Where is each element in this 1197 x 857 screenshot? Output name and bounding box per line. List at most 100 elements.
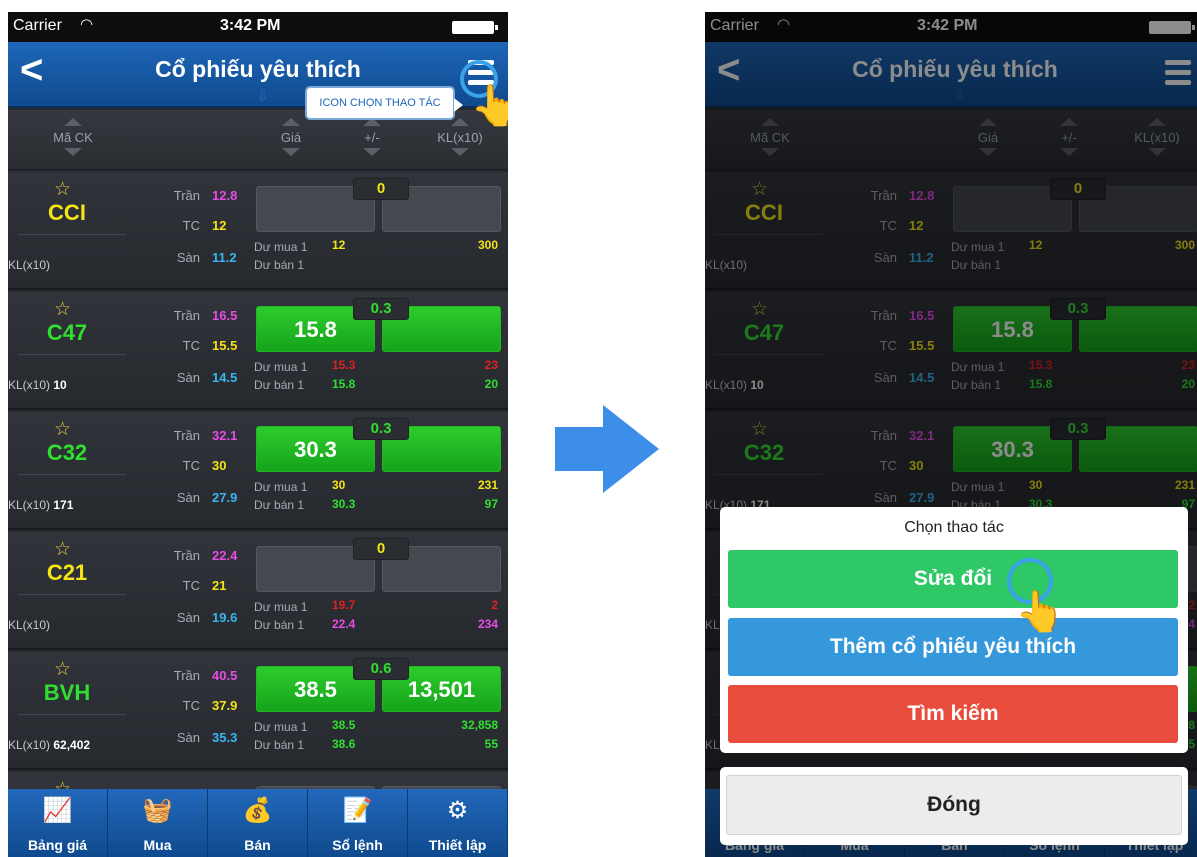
favorite-star-icon[interactable]: ☆ — [54, 658, 71, 681]
floor-label: Sàn — [176, 490, 200, 505]
ceiling-price: 40.5 — [212, 668, 238, 683]
best-bid-price: 12 — [332, 238, 346, 252]
tab-basket[interactable]: 🧺 Mua — [108, 789, 208, 857]
price-change: 0 — [353, 538, 409, 560]
close-sheet: Đóng — [720, 767, 1188, 845]
gear-icon: ⚙ — [446, 797, 469, 824]
best-ask-price: 38.6 — [332, 737, 356, 751]
close-button[interactable]: Đóng — [726, 775, 1182, 835]
best-ask-price: 30.3 — [332, 497, 356, 511]
stock-symbol: BVH — [43, 680, 91, 705]
stock-row[interactable]: ☆BVH KL(x10) 62,402 Trần 40.5 TC 37.9 Sàn 35.3 3… — [8, 652, 508, 770]
price-change: 0.3 — [353, 298, 409, 320]
volume-label: KL(x10) 62,402 — [8, 738, 90, 752]
best-bid-volume: 300 — [477, 238, 498, 252]
ceiling-label: Trần — [173, 668, 200, 683]
tab-chart[interactable]: 📈 Bảng giá — [8, 789, 108, 857]
best-bid-label: Dư mua 1 — [254, 240, 308, 254]
floor-price: 27.9 — [212, 490, 238, 505]
stock-row[interactable]: ☆ C47 KL(x10) 10 Trần 16.5 TC 15.5 Sàn 14.5 15.8 0… — [8, 292, 508, 410]
tab-gear[interactable]: ⚙ Thiết lập — [408, 789, 508, 857]
volume-label: KL(x10) — [8, 618, 50, 632]
ceiling-label: Trần — [173, 428, 200, 443]
best-bid-price: 19.7 — [332, 598, 356, 612]
reference-price: 21 — [212, 578, 227, 593]
favorite-star-icon[interactable]: ☆ — [54, 418, 71, 441]
reference-label: TC — [182, 458, 200, 473]
column-header-label: Mã CK — [53, 130, 93, 145]
stock-symbol: C47 — [46, 320, 88, 345]
volume-value: 171 — [53, 498, 74, 512]
best-ask-price: 22.4 — [332, 617, 356, 631]
stock-symbol: CCI — [48, 200, 86, 225]
best-ask-label: Dư bán 1 — [254, 258, 305, 272]
phone-screen-after: Carrier ◠ 3:42 PM < Cổ phiếu yêu thích ⇩… — [705, 12, 1197, 857]
ceiling-price: 12.8 — [212, 188, 238, 203]
pointing-hand-icon: 👆 — [1015, 590, 1065, 634]
dropdown-arrow-icon[interactable]: ⇩ — [256, 86, 269, 106]
search-button[interactable]: Tìm kiếm — [728, 685, 1178, 743]
best-ask-volume: 55 — [484, 737, 498, 751]
add-favorite-button[interactable]: Thêm cổ phiếu yêu thích — [728, 618, 1178, 676]
volume-value: 62,402 — [53, 738, 91, 752]
ceiling-price: 32.1 — [212, 428, 238, 443]
floor-price: 14.5 — [212, 370, 238, 385]
floor-price: 11.2 — [212, 250, 237, 265]
best-bid-volume: 32,858 — [461, 718, 498, 732]
tab-money-bag[interactable]: 💰 Bán — [208, 789, 308, 857]
divider — [18, 474, 126, 475]
stock-symbol: C32 — [46, 440, 88, 465]
stock-row[interactable]: ☆C21 KL(x10) Trần 22.4 TC 21 Sàn 19.6 0 Dư mua 1… — [8, 532, 508, 650]
phone-screen-before: Carrier ◠ 3:42 PM < Cổ phiếu yêu thích ⇩… — [8, 12, 508, 857]
chart-icon: 📈 — [42, 797, 73, 824]
ceiling-label: Trần — [173, 308, 200, 323]
volume-label: KL(x10) 10 — [8, 378, 67, 392]
basket-icon: 🧺 — [142, 797, 173, 824]
tab-label: Bảng giá — [27, 837, 88, 853]
tab-order-book[interactable]: 📝 Sổ lệnh — [308, 789, 408, 857]
reference-label: TC — [182, 578, 200, 593]
best-bid-label: Dư mua 1 — [254, 360, 308, 374]
tab-label: Bán — [244, 837, 271, 853]
best-ask-label: Dư bán 1 — [254, 618, 305, 632]
floor-label: Sàn — [176, 370, 200, 385]
best-bid-label: Dư mua 1 — [254, 720, 308, 734]
reference-label: TC — [182, 218, 200, 233]
best-bid-label: Dư mua 1 — [254, 480, 308, 494]
best-bid-price: 30 — [332, 478, 346, 492]
edit-button[interactable]: Sửa đổi — [728, 550, 1178, 608]
ceiling-price: 16.5 — [212, 308, 238, 323]
divider — [18, 594, 126, 595]
callout-tooltip: ICON CHỌN THAO TÁC — [305, 86, 463, 120]
column-header-label: +/- — [364, 130, 380, 145]
price-change: 0.3 — [353, 418, 409, 440]
volume-value: 10 — [53, 378, 67, 392]
pointing-hand-icon: 👆 — [470, 84, 508, 128]
ceiling-label: Trần — [173, 188, 200, 203]
volume-label-text: KL(x10) — [8, 738, 51, 752]
volume-label: KL(x10) — [8, 258, 50, 272]
volume-label: KL(x10) 171 — [8, 498, 73, 512]
tab-label: Mua — [143, 837, 172, 853]
floor-price: 35.3 — [212, 730, 238, 745]
favorite-star-icon[interactable]: ☆ — [54, 178, 71, 201]
best-ask-volume: 97 — [484, 497, 498, 511]
tab-bar: 📈 Bảng giá 🧺 Mua 💰 Bán 📝 Sổ lệnh ⚙ Thiết lập — [8, 789, 508, 857]
stock-row[interactable]: ☆ C32 KL(x10) 171 Trần 32.1 TC 30 Sàn 27.9 30.3 0.… — [8, 412, 508, 530]
reference-price: 30 — [212, 458, 227, 473]
volume-label-text: KL(x10) — [8, 618, 51, 632]
status-bar: Carrier ◠ 3:42 PM — [8, 12, 508, 42]
page-title: Cổ phiếu yêu thích — [155, 56, 361, 82]
divider — [18, 354, 126, 355]
stock-row[interactable]: ☆ CCI KL(x10) Trần 12.8 TC 12 Sàn 11.2 0 Dư mua 1… — [8, 172, 508, 290]
volume-label-text: KL(x10) — [8, 498, 51, 512]
best-bid-volume: 2 — [491, 598, 498, 612]
price-change: 0 — [353, 178, 409, 200]
divider — [18, 234, 126, 235]
wifi-icon: ◠ — [80, 16, 94, 33]
favorite-star-icon[interactable]: ☆ — [54, 298, 71, 321]
reference-price: 37.9 — [212, 698, 238, 713]
favorite-star-icon[interactable]: ☆ — [54, 538, 71, 561]
best-bid-volume: 23 — [484, 358, 498, 372]
sort-symbol[interactable]: Mã CK — [38, 110, 108, 170]
